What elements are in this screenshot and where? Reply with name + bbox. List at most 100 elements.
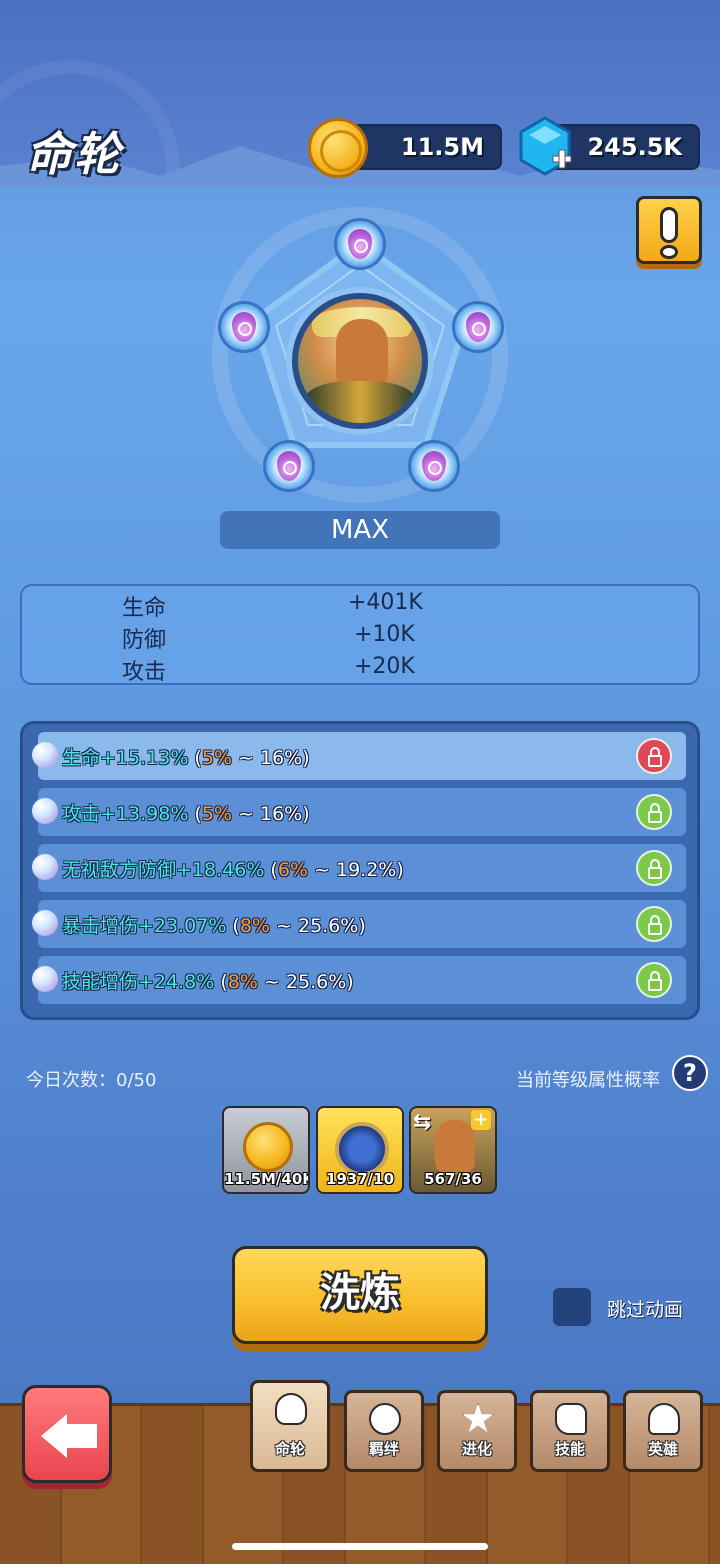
attribute-min: 6% [277,859,308,881]
home-indicator[interactable] [232,1543,488,1550]
plus-icon[interactable]: + [471,1110,491,1130]
gem-plus-icon[interactable] [517,116,573,176]
attribute-range: ~ 25.6%) [269,915,366,937]
exclamation-icon [660,207,678,243]
probability-label[interactable]: 当前等级属性概率 [516,1066,660,1092]
refine-button[interactable]: 洗炼 [232,1246,488,1344]
gold-counter[interactable]: 11.5M [308,118,502,178]
pearl-icon [32,798,58,824]
gold-coin-icon [243,1122,293,1172]
tab-label: 英雄 [647,1440,678,1458]
cost-amount: 1937/10 [325,1170,395,1188]
tab-skill[interactable]: 技能 [530,1390,610,1472]
stat-value: +20K [354,654,415,679]
lock-closed-icon[interactable] [636,738,672,774]
cost-compass[interactable]: 1937/10 [316,1106,404,1194]
stat-row-defense: 防御 +10K [22,622,702,654]
lock-open-icon[interactable] [636,962,672,998]
pearl-icon [32,854,58,880]
attribute-range: ~ 16%) [231,803,310,825]
attribute-text: 生命+15.13% (5% ~ 16%) [62,743,310,770]
gem-amount: 245.5K [587,133,682,161]
bond-icon [369,1403,401,1435]
attribute-paren: ( [188,747,202,769]
page-title: 命轮 [26,127,122,181]
attribute-text: 暴击增伤+23.07% (8% ~ 25.6%) [62,911,366,938]
lock-body [648,811,662,823]
attribute-row-3[interactable]: 无视敌方防御+18.46% (6% ~ 19.2%) [32,844,686,892]
hero-portrait [292,293,428,429]
back-button[interactable] [22,1385,112,1483]
back-arrow-shaft [65,1424,97,1448]
fate-wheel-icon [275,1393,307,1425]
attribute-paren: ( [188,803,202,825]
help-icon[interactable]: ? [672,1055,708,1091]
stat-row-attack: 攻击 +20K [22,654,702,686]
skip-animation-checkbox[interactable] [553,1288,591,1326]
tab-label: 命轮 [274,1440,305,1458]
attribute-stat: 无视敌方防御+18.46% [62,859,265,881]
attribute-row-2[interactable]: 攻击+13.98% (5% ~ 16%) [32,788,686,836]
lock-body [648,979,662,991]
tab-label: 技能 [554,1440,585,1458]
pearl-icon [32,742,58,768]
stat-name: 防御 [122,628,167,653]
swirl-drop-icon [348,229,372,259]
gold-amount: 11.5M [400,133,484,161]
cost-hero-shard[interactable]: ⇆ + 567/36 [409,1106,497,1194]
tab-hero[interactable]: 英雄 [623,1390,703,1472]
wheel-orb-right[interactable] [452,301,504,353]
attribute-panel: 生命+15.13% (5% ~ 16%) 攻击+13.98% (5% ~ 16%… [20,721,700,1020]
lock-body [648,867,662,879]
swirl-drop-icon [466,312,490,342]
stat-name: 生命 [122,596,167,621]
base-stats-panel: 生命 +401K 防御 +10K 攻击 +20K [20,584,700,685]
wheel-orb-bottom-left[interactable] [263,440,315,492]
tab-fate-wheel[interactable]: 命轮 [250,1380,330,1472]
pearl-icon [32,910,58,936]
attribute-min: 5% [201,747,232,769]
info-button[interactable] [636,196,702,264]
wheel-orb-left[interactable] [218,301,270,353]
attribute-range: ~ 25.6%) [257,971,354,993]
wheel-level-label: MAX [220,511,500,549]
attribute-row-5[interactable]: 技能增伤+24.8% (8% ~ 25.6%) [32,956,686,1004]
attribute-text: 攻击+13.98% (5% ~ 16%) [62,799,310,826]
attribute-paren: ( [226,915,240,937]
swirl-drop-icon [232,312,256,342]
cost-gold[interactable]: 11.5M/40K [222,1106,310,1194]
skip-animation-label[interactable]: 跳过动画 [607,1295,683,1322]
hero-armor [304,381,416,423]
tab-evolve[interactable]: 进化 [437,1390,517,1472]
exclamation-dot [660,245,678,259]
compass-icon [335,1122,389,1176]
hero-shard-icon [435,1120,475,1174]
attribute-stat: 生命+15.13% [62,747,189,769]
lock-open-icon[interactable] [636,850,672,886]
wheel-orb-bottom-right[interactable] [408,440,460,492]
lock-open-icon[interactable] [636,794,672,830]
lock-open-icon[interactable] [636,906,672,942]
cost-amount: 567/36 [424,1170,482,1188]
gold-coin-icon [308,118,368,178]
wheel-orb-top[interactable] [334,218,386,270]
attribute-text: 技能增伤+24.8% (8% ~ 25.6%) [62,967,354,994]
attribute-range: ~ 16%) [231,747,310,769]
tab-label: 进化 [461,1440,492,1458]
tab-bond[interactable]: 羁绊 [344,1390,424,1472]
attribute-row-4[interactable]: 暴击增伤+23.07% (8% ~ 25.6%) [32,900,686,948]
swirl-drop-icon [277,451,301,481]
lock-body [648,755,662,767]
attribute-range: ~ 19.2%) [307,859,404,881]
stat-value: +10K [354,622,415,647]
swap-icon[interactable]: ⇆ [413,1110,431,1135]
stat-value: +401K [348,590,423,615]
attribute-min: 5% [201,803,232,825]
attribute-min: 8% [239,915,270,937]
attribute-text: 无视敌方防御+18.46% (6% ~ 19.2%) [62,855,404,882]
attribute-row-1[interactable]: 生命+15.13% (5% ~ 16%) [32,732,686,780]
attribute-stat: 攻击+13.98% [62,803,189,825]
skill-icon [555,1403,587,1435]
cost-amount: 11.5M/40K [224,1170,310,1188]
gem-counter[interactable]: 245.5K [519,116,700,176]
